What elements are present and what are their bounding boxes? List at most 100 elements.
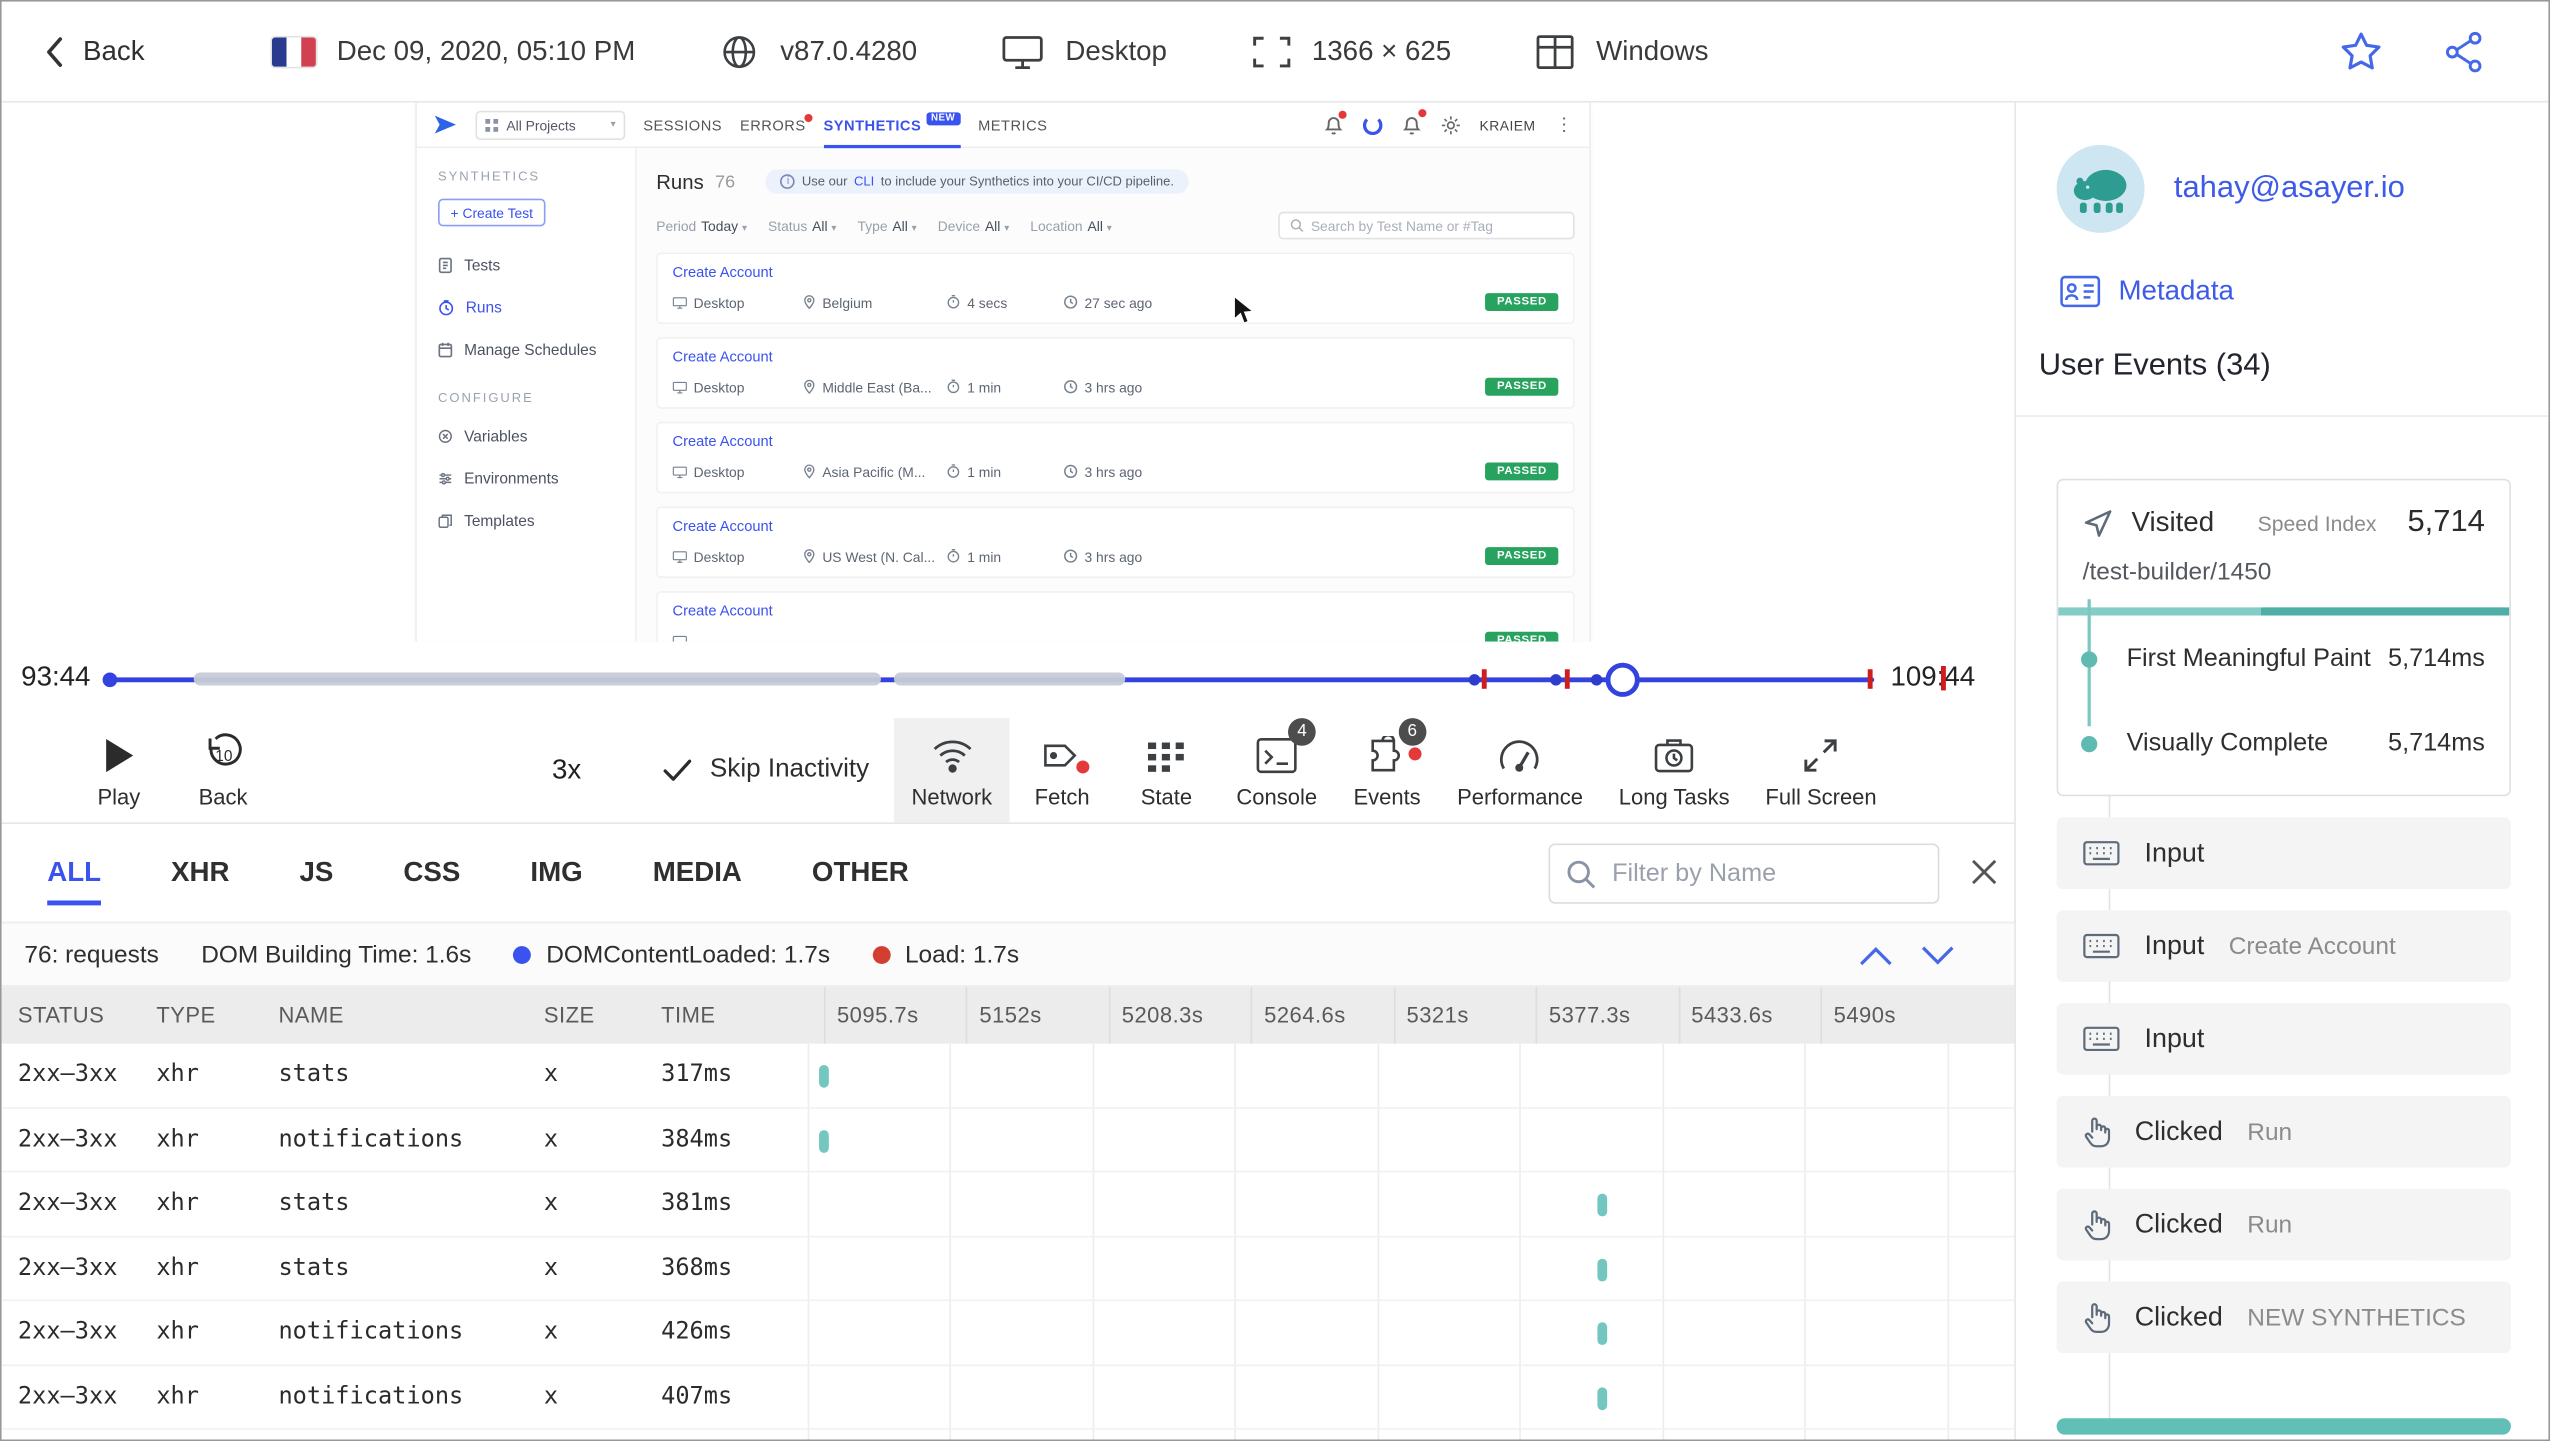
globe-icon bbox=[720, 32, 759, 71]
filter-period[interactable]: Period Today ▾ bbox=[656, 217, 747, 233]
network-request-row[interactable]: 2xx–3xx xhr notifications x 407ms bbox=[1, 1365, 2015, 1430]
sidebar-item-runs[interactable]: Runs bbox=[438, 287, 614, 329]
playback-speed-button[interactable]: 3x bbox=[552, 718, 581, 822]
filter-type[interactable]: Type All ▾ bbox=[858, 217, 917, 233]
create-test-button[interactable]: + Create Test bbox=[438, 198, 546, 227]
tab-media[interactable]: MEDIA bbox=[653, 824, 742, 922]
tab-all[interactable]: ALL bbox=[47, 824, 102, 922]
tab-sessions[interactable]: SESSIONS bbox=[643, 103, 722, 148]
event-clicked-card[interactable]: Clicked NEW SYNTHETICS bbox=[2056, 1281, 2511, 1354]
performance-panel-button[interactable]: Performance bbox=[1439, 718, 1601, 822]
event-input-card[interactable]: Input Create Account bbox=[2056, 910, 2511, 982]
timeline-scrubber[interactable] bbox=[1605, 662, 1640, 697]
sidebar-item-tests[interactable]: Tests bbox=[438, 244, 614, 286]
run-card[interactable]: Create Account Desktop Middle East (Ba..… bbox=[656, 337, 1575, 409]
col-size[interactable]: SIZE bbox=[544, 1003, 661, 1027]
network-request-row[interactable]: 2xx–3xx xhr stats x 368ms bbox=[1, 1237, 2015, 1302]
console-panel-button[interactable]: 4 Console bbox=[1218, 717, 1334, 822]
test-search-input[interactable]: Search by Test Name or #Tag bbox=[1278, 211, 1575, 240]
events-badge: 6 bbox=[1398, 717, 1427, 745]
event-dot bbox=[1590, 674, 1603, 686]
col-name[interactable]: NAME bbox=[278, 1003, 543, 1027]
filter-location[interactable]: Location All ▾ bbox=[1030, 217, 1111, 233]
jump-next-icon[interactable] bbox=[1920, 944, 1956, 967]
playback-timeline[interactable]: 93:44 109:44 bbox=[2, 642, 2015, 719]
skip-inactivity-toggle[interactable]: Skip Inactivity bbox=[663, 718, 869, 822]
tab-synthetics[interactable]: SYNTHETICS NEW bbox=[823, 103, 961, 148]
user-panel: tahay@asayer.io Metadata User Events (34… bbox=[2015, 102, 2549, 1440]
settings-gear-icon[interactable] bbox=[1440, 115, 1460, 135]
tab-errors[interactable]: ERRORS bbox=[740, 103, 813, 148]
play-button[interactable]: Play bbox=[67, 718, 171, 822]
back-label: Back bbox=[83, 35, 145, 66]
full-screen-button[interactable]: Full Screen bbox=[1748, 718, 1895, 822]
filter-status[interactable]: Status All ▾ bbox=[768, 217, 836, 233]
run-name-link[interactable]: Create Account bbox=[673, 518, 1559, 534]
col-time[interactable]: TIME bbox=[661, 1003, 824, 1027]
run-card[interactable]: Create Account Desktop Asia Pacific (M..… bbox=[656, 421, 1575, 494]
network-request-row[interactable]: 2xx–3xx xhr notifications x 426ms bbox=[1, 1301, 2015, 1366]
event-clicked-card[interactable]: Clicked Run bbox=[2056, 1188, 2511, 1261]
keyboard-icon bbox=[2083, 933, 2120, 959]
tab-other[interactable]: OTHER bbox=[812, 824, 909, 922]
tab-css[interactable]: CSS bbox=[403, 824, 460, 922]
kebab-menu-icon[interactable]: ⋮ bbox=[1555, 114, 1573, 136]
speed-index-value: 5,714 bbox=[2407, 504, 2485, 539]
time-col: 5208.3s bbox=[1108, 986, 1251, 1044]
back-10s-button[interactable]: 10 Back bbox=[171, 718, 275, 822]
location-arrow-icon bbox=[2083, 507, 2114, 538]
fetch-red-dot bbox=[1076, 759, 1090, 773]
sidebar-item-variables[interactable]: Variables bbox=[438, 415, 614, 457]
user-email[interactable]: tahay@asayer.io bbox=[2174, 171, 2405, 207]
network-panel-button[interactable]: Network bbox=[893, 718, 1011, 823]
tab-metrics[interactable]: METRICS bbox=[978, 103, 1047, 148]
favorite-star-icon[interactable] bbox=[2340, 31, 2382, 72]
sidebar-item-templates[interactable]: Templates bbox=[438, 500, 614, 542]
cli-link[interactable]: CLI bbox=[854, 174, 874, 189]
col-status[interactable]: STATUS bbox=[18, 1003, 156, 1027]
event-clicked-card[interactable]: Clicked Run bbox=[2056, 1095, 2511, 1168]
run-name-link[interactable]: Create Account bbox=[673, 602, 1559, 618]
tab-js[interactable]: JS bbox=[300, 824, 334, 922]
run-card[interactable]: Create Account Desktop Belgium 4 secs 27… bbox=[656, 252, 1575, 325]
long-tasks-panel-button[interactable]: Long Tasks bbox=[1601, 718, 1748, 822]
jump-previous-icon[interactable] bbox=[1858, 944, 1894, 967]
close-panel-icon[interactable] bbox=[1967, 855, 2001, 889]
run-card[interactable]: Create Account PASSED bbox=[656, 591, 1575, 642]
rewind-10-icon: 10 bbox=[202, 732, 244, 774]
run-card[interactable]: Create Account Desktop US West (N. Cal..… bbox=[656, 506, 1575, 579]
run-name-link[interactable]: Create Account bbox=[673, 264, 1559, 280]
network-request-row[interactable]: 2xx–3xx xhr stats x 381ms bbox=[1, 1172, 2015, 1237]
state-panel-button[interactable]: State bbox=[1114, 718, 1218, 822]
tab-xhr[interactable]: XHR bbox=[171, 824, 229, 922]
notifications-bell-icon[interactable] bbox=[1401, 109, 1426, 135]
share-icon[interactable] bbox=[2444, 30, 2483, 72]
divider bbox=[2015, 415, 2549, 417]
monitor-icon bbox=[1002, 33, 1044, 69]
hand-pointer-icon bbox=[2083, 1116, 2111, 1147]
event-input-card[interactable]: Input bbox=[2056, 1003, 2511, 1075]
run-name-link[interactable]: Create Account bbox=[673, 433, 1559, 449]
load-time: Load: 1.7s bbox=[872, 940, 1019, 968]
sidebar-item-manage-schedules[interactable]: Manage Schedules bbox=[438, 329, 614, 371]
metadata-button[interactable]: Metadata bbox=[2016, 275, 2548, 308]
fetch-panel-button[interactable]: Fetch bbox=[1010, 718, 1114, 822]
session-replay-window: Back Dec 09, 2020, 05:10 PM v87.0.4280 D… bbox=[0, 0, 2550, 1441]
events-panel-button[interactable]: 6 Events bbox=[1335, 717, 1439, 822]
col-type[interactable]: TYPE bbox=[156, 1003, 278, 1027]
project-selector[interactable]: All Projects ▾ bbox=[475, 109, 626, 140]
filter-by-name-input[interactable] bbox=[1548, 843, 1940, 904]
replay-stage: All Projects ▾ SESSIONS ERRORS SYNTHETIC… bbox=[1, 102, 2015, 642]
topbar: Back Dec 09, 2020, 05:10 PM v87.0.4280 D… bbox=[1, 1, 2549, 103]
event-input-card[interactable]: Input bbox=[2056, 817, 2511, 890]
run-name-link[interactable]: Create Account bbox=[673, 348, 1559, 364]
sidebar-item-environments[interactable]: Environments bbox=[438, 458, 614, 500]
tab-img[interactable]: IMG bbox=[530, 824, 582, 922]
event-visited-card[interactable]: Visited Speed Index 5,714 /test-builder/… bbox=[2056, 478, 2511, 797]
network-request-row[interactable]: 2xx–3xx xhr stats x 317ms bbox=[1, 1044, 2015, 1109]
network-request-row[interactable]: 2xx–3xx xhr notifications x 384ms bbox=[1, 1108, 2015, 1173]
filter-device[interactable]: Device All ▾ bbox=[938, 217, 1009, 233]
user-menu[interactable]: KRAIEM bbox=[1480, 116, 1536, 132]
announcements-icon[interactable] bbox=[1323, 110, 1347, 135]
back-button[interactable]: Back bbox=[44, 35, 145, 68]
